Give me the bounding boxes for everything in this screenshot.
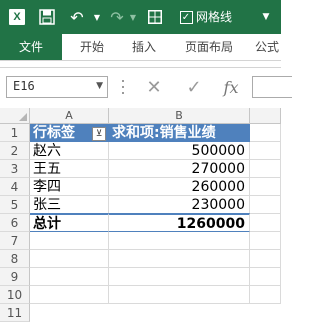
cell[interactable] [250, 286, 281, 304]
pivot-row-label[interactable]: 张三 [30, 196, 109, 214]
ribbon-tabs: 文件 开始 插入 页面布局 公式 [0, 34, 281, 61]
tab-page-layout[interactable]: 页面布局 [176, 34, 242, 60]
cell[interactable] [250, 268, 281, 286]
select-all-button[interactable] [0, 108, 30, 124]
row-header[interactable]: 4 [0, 178, 30, 196]
row-header[interactable]: 3 [0, 160, 30, 178]
save-icon[interactable] [38, 7, 56, 27]
cell[interactable] [250, 178, 281, 196]
name-box[interactable]: E16 ▼ [6, 76, 108, 98]
cell[interactable] [30, 250, 109, 268]
cell[interactable] [250, 250, 281, 268]
cell[interactable] [109, 286, 250, 304]
excel-logo-icon: X [8, 7, 26, 27]
pivot-row-value[interactable]: 230000 [109, 196, 250, 214]
tab-file[interactable]: 文件 [0, 34, 62, 60]
pivot-row-value[interactable]: 260000 [109, 178, 250, 196]
gridlines-checkbox[interactable]: ✓ [178, 7, 194, 27]
pivot-total-label[interactable]: 总计 [30, 213, 109, 232]
formula-input[interactable] [252, 76, 292, 98]
chevron-down-icon[interactable]: ▼ [96, 81, 103, 91]
ribbon-body [0, 61, 281, 68]
borders-icon[interactable] [146, 7, 164, 27]
cell[interactable] [250, 124, 281, 142]
customize-toolbar-icon[interactable]: ▼ [260, 7, 272, 27]
filter-dropdown-icon[interactable]: ⊻ [92, 127, 106, 141]
row-header[interactable]: 6 [0, 214, 30, 232]
cell[interactable] [250, 160, 281, 178]
redo-dropdown-icon: ▼ [129, 12, 137, 22]
redo-icon: ↷ [110, 7, 124, 27]
tab-home[interactable]: 开始 [74, 34, 110, 60]
tab-formulas[interactable]: 公式 [255, 34, 295, 60]
formula-bar: E16 ▼ ✕ ✓ fx [0, 68, 292, 108]
column-header-b[interactable]: B [109, 108, 250, 124]
cell[interactable] [109, 232, 250, 250]
cancel-icon[interactable]: ✕ [143, 77, 165, 98]
undo-icon[interactable]: ↶ [68, 7, 86, 27]
enter-icon[interactable]: ✓ [183, 77, 205, 98]
row-header[interactable]: 7 [0, 232, 30, 250]
cell[interactable] [30, 232, 109, 250]
row-header[interactable]: 5 [0, 196, 30, 214]
cell[interactable] [30, 286, 109, 304]
cell[interactable] [109, 250, 250, 268]
pivot-total-value[interactable]: 1260000 [109, 213, 250, 232]
row-header[interactable]: 9 [0, 268, 30, 286]
resize-handle-icon[interactable] [121, 80, 125, 94]
tab-insert[interactable]: 插入 [126, 34, 162, 60]
pivot-row-value[interactable]: 500000 [109, 142, 250, 160]
cell[interactable] [109, 268, 250, 286]
column-header-c[interactable] [250, 108, 281, 124]
cell[interactable] [250, 214, 281, 232]
cell[interactable] [250, 196, 281, 214]
pivot-row-label[interactable]: 赵六 [30, 142, 109, 160]
row-header[interactable]: 10 [0, 286, 30, 304]
cell[interactable] [250, 232, 281, 250]
insert-function-icon[interactable]: fx [220, 77, 242, 97]
quick-access-toolbar: X ↶ ▼ ↷ ▼ ✓ 网格线 ▼ [0, 0, 281, 34]
row-header[interactable]: 8 [0, 250, 30, 268]
cell[interactable] [250, 142, 281, 160]
cell[interactable] [30, 268, 109, 286]
gridlines-label: 网格线 [196, 10, 233, 24]
row-header[interactable]: 1 [0, 124, 30, 142]
pivot-sum-header[interactable]: 求和项:销售业绩 [109, 124, 250, 142]
row-header[interactable]: 2 [0, 142, 30, 160]
pivot-row-label[interactable]: 王五 [30, 160, 109, 178]
worksheet-grid: A B 1 2 3 4 5 6 7 8 9 10 11 行标签 ⊻ 求和项:销售… [0, 108, 281, 322]
column-header-a[interactable]: A [30, 108, 109, 124]
pivot-row-label[interactable]: 李四 [30, 178, 109, 196]
pivot-row-value[interactable]: 270000 [109, 160, 250, 178]
undo-dropdown-icon[interactable]: ▼ [92, 7, 102, 27]
name-box-value: E16 [13, 79, 35, 93]
